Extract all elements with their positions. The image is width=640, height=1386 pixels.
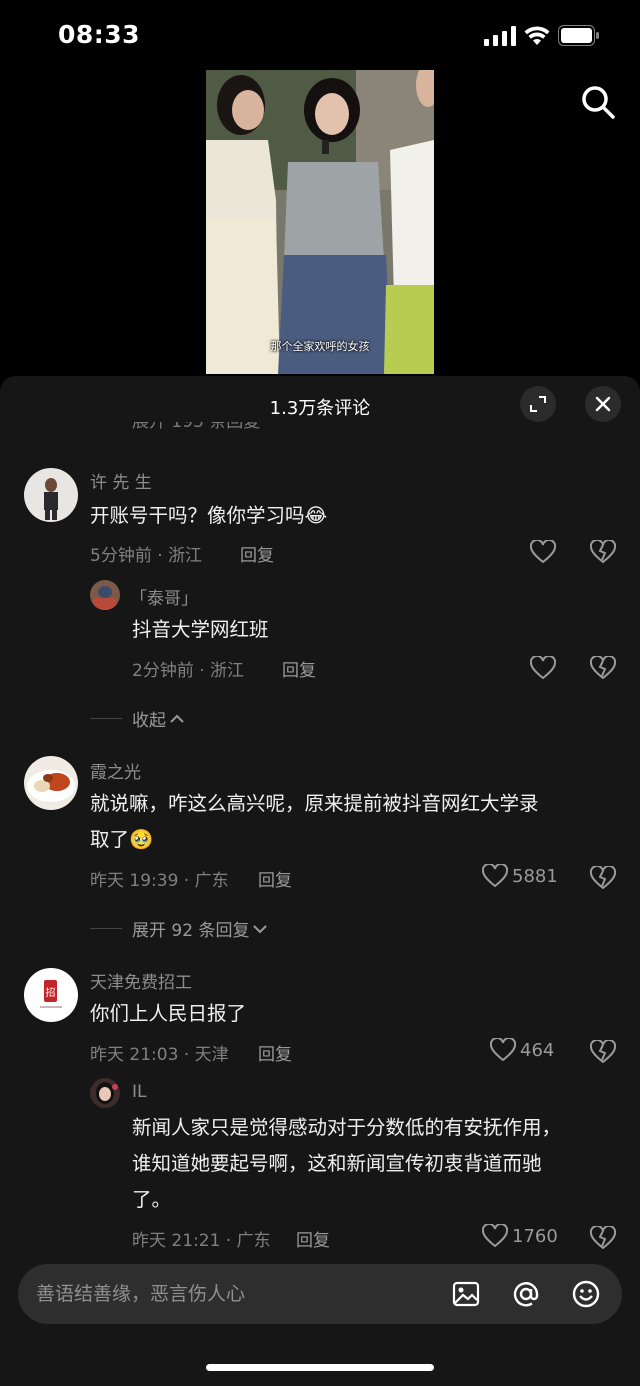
avatar[interactable]: 招	[24, 968, 78, 1022]
expand-button[interactable]	[520, 386, 556, 422]
like-button[interactable]: 1760	[482, 1224, 558, 1248]
comment-text: 谁知道她要起号啊，这和新闻宣传初衷背道而驰	[132, 1152, 542, 1175]
signal-icon	[484, 26, 516, 46]
chevron-up-icon	[170, 714, 184, 723]
comment-input[interactable]	[36, 1264, 436, 1324]
emoji-icon: 🥹	[129, 828, 154, 851]
expand-label: 展开 92 条回复	[132, 921, 250, 941]
home-indicator[interactable]	[206, 1364, 434, 1371]
like-count: 1760	[512, 1225, 558, 1247]
comment-username[interactable]: IL	[132, 1082, 147, 1102]
like-button[interactable]	[530, 540, 556, 564]
like-count: 5881	[512, 865, 558, 887]
heart-icon	[482, 1224, 508, 1248]
heart-icon	[530, 540, 556, 564]
clipped-expand-text: 展开 193 条回复	[132, 422, 261, 432]
avatar[interactable]	[24, 468, 78, 522]
comment-meta: 昨天 19:39 · 广东	[90, 871, 229, 891]
avatar[interactable]	[24, 756, 78, 810]
like-button[interactable]	[530, 656, 556, 680]
comment-text: 就说嘛，咋这么高兴呢，原来提前被抖音网红大学录	[90, 792, 539, 815]
broken-heart-icon[interactable]	[590, 540, 616, 564]
status-bar: 08:33	[0, 0, 640, 72]
avatar[interactable]	[90, 580, 120, 610]
battery-icon	[558, 25, 599, 46]
wifi-icon	[524, 26, 550, 45]
comment-sheet: 1.3万条评论 展开 193 条回复 许 先 生 开账号干吗？像你学习吗😂 5分…	[0, 376, 640, 1386]
comment-text: 开账号干吗？像你学习吗😂	[90, 498, 327, 534]
comment-text-body: 取了	[90, 828, 130, 851]
reply-button[interactable]: 回复	[258, 866, 292, 891]
chevron-down-icon	[253, 924, 268, 933]
close-icon	[595, 396, 611, 412]
close-button[interactable]	[585, 386, 621, 422]
collapse-replies-button[interactable]: 收起	[90, 706, 185, 731]
video-subtitle: 那个全家欢呼的女孩	[270, 340, 370, 353]
emoji-icon: 😂	[304, 504, 328, 527]
expand-replies-button[interactable]: 展开 92 条回复	[90, 916, 268, 941]
comment-text: 取了🥹	[90, 822, 153, 858]
broken-heart-icon[interactable]	[590, 866, 616, 890]
search-icon[interactable]	[578, 82, 618, 122]
reply-button[interactable]: 回复	[240, 541, 274, 566]
comment-meta: 5分钟前 · 浙江	[90, 546, 203, 566]
expand-icon	[530, 396, 546, 412]
like-button[interactable]: 5881	[482, 864, 558, 888]
avatar[interactable]	[90, 1078, 120, 1108]
comment-text: 新闻人家只是觉得感动对于分数低的有安抚作用，	[132, 1116, 562, 1139]
reply-button[interactable]: 回复	[258, 1040, 292, 1065]
sheet-header: 1.3万条评论	[0, 376, 640, 432]
svg-text:招: 招	[46, 986, 56, 999]
divider	[90, 718, 122, 719]
comment-meta: 昨天 21:21 · 广东	[132, 1231, 271, 1251]
comment-username[interactable]: 「泰哥」	[130, 584, 198, 609]
comment-text: 了。	[132, 1188, 172, 1211]
comment-username[interactable]: 许 先 生	[90, 468, 152, 493]
broken-heart-icon[interactable]	[590, 656, 616, 680]
video-area[interactable]: 那个全家欢呼的女孩	[0, 70, 640, 376]
image-icon[interactable]	[450, 1278, 482, 1310]
video-frame-image	[206, 70, 434, 374]
reply-button[interactable]: 回复	[296, 1226, 330, 1251]
comment-text: 抖音大学网红班	[132, 618, 269, 641]
comment-username[interactable]: 天津免费招工	[90, 968, 192, 993]
comment-text: 你们上人民日报了	[90, 1002, 247, 1025]
comment-meta: 昨天 21:03 · 天津	[90, 1045, 229, 1065]
at-icon[interactable]	[510, 1278, 542, 1310]
reply-button[interactable]: 回复	[282, 656, 316, 681]
comment-text-body: 开账号干吗？像你学习吗	[90, 504, 305, 527]
divider	[90, 928, 122, 929]
collapse-label: 收起	[132, 711, 166, 731]
like-button[interactable]: 464	[490, 1038, 554, 1062]
heart-icon	[530, 656, 556, 680]
comment-meta: 2分钟前 · 浙江	[132, 661, 245, 681]
heart-icon	[490, 1038, 516, 1062]
video-player[interactable]: 那个全家欢呼的女孩	[206, 70, 434, 374]
broken-heart-icon[interactable]	[590, 1226, 616, 1250]
like-count: 464	[520, 1039, 555, 1061]
emoji-icon[interactable]	[570, 1278, 602, 1310]
status-time: 08:33	[58, 20, 141, 49]
comment-input-bar	[18, 1264, 622, 1324]
heart-icon	[482, 864, 508, 888]
broken-heart-icon[interactable]	[590, 1040, 616, 1064]
comment-username[interactable]: 霞之光	[90, 758, 141, 783]
